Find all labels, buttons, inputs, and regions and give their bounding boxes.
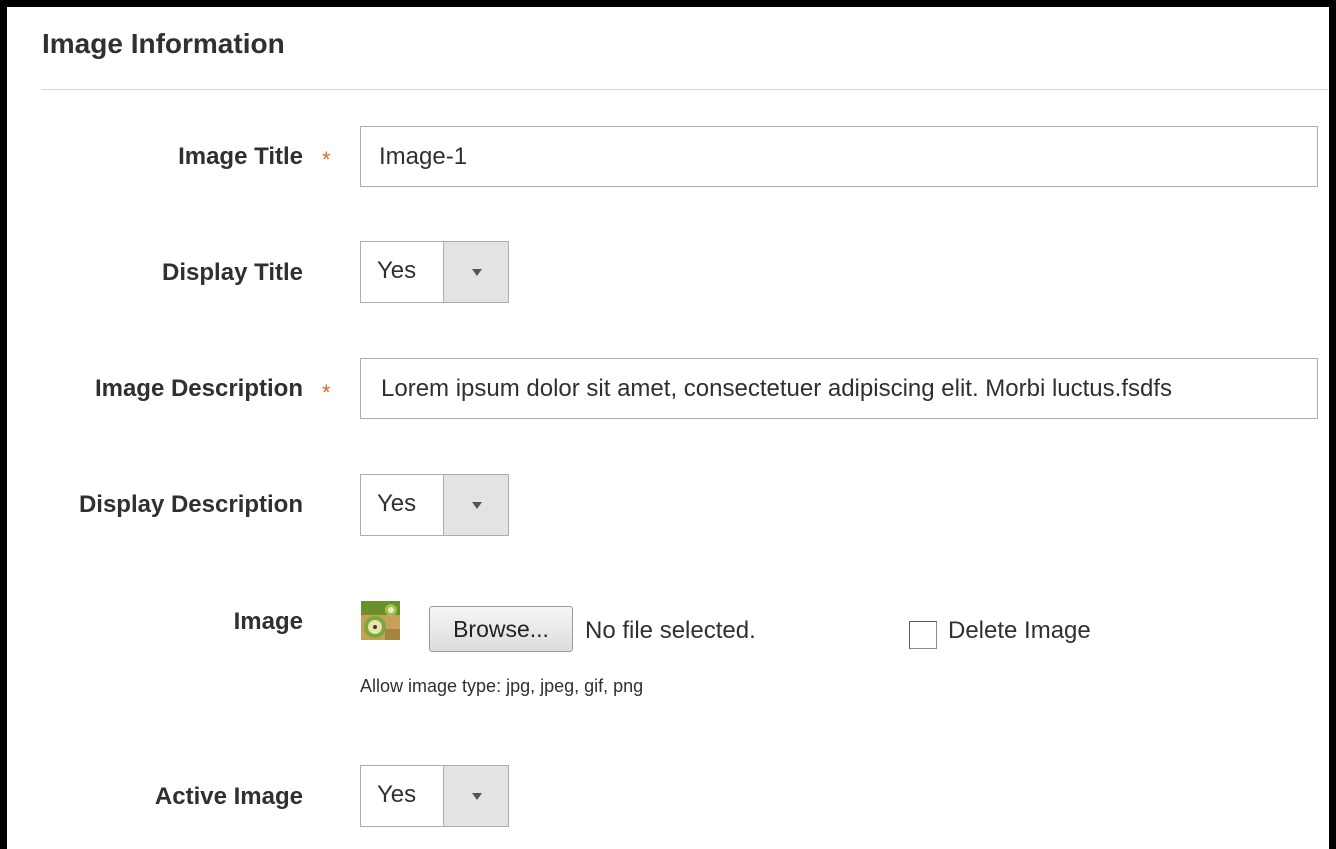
active-image-select[interactable]: Yes <box>360 765 509 827</box>
display-description-label: Display Description <box>78 491 303 518</box>
image-title-label: Image Title <box>178 143 303 170</box>
display-title-select[interactable]: Yes <box>360 241 509 303</box>
display-title-value: Yes <box>377 257 417 284</box>
active-image-value: Yes <box>377 781 417 808</box>
active-image-label: Active Image <box>154 783 303 810</box>
required-mark: * <box>322 380 331 405</box>
delete-image-label[interactable]: Delete Image <box>948 617 1091 645</box>
image-type-hint: Allow image type: jpg, jpeg, gif, png <box>360 676 644 696</box>
delete-image-checkbox[interactable] <box>909 621 937 649</box>
dropdown-arrow[interactable] <box>443 766 508 826</box>
chevron-down-icon <box>472 269 482 276</box>
chevron-down-icon <box>472 793 482 800</box>
dropdown-arrow[interactable] <box>443 475 508 535</box>
display-description-select[interactable]: Yes <box>360 474 509 536</box>
image-description-input[interactable]: Lorem ipsum dolor sit amet, consectetuer… <box>360 358 1318 419</box>
display-description-value: Yes <box>377 490 417 517</box>
image-label: Image <box>233 608 303 635</box>
dropdown-arrow[interactable] <box>443 242 508 302</box>
image-description-label: Image Description <box>94 375 303 402</box>
section-title: Image Information <box>42 28 285 59</box>
file-status: No file selected. <box>585 617 756 644</box>
browse-button[interactable]: Browse... <box>429 606 573 652</box>
required-mark: * <box>322 147 331 172</box>
kiwi-thumbnail-icon <box>361 601 400 640</box>
image-title-input[interactable]: Image-1 <box>360 126 1318 187</box>
section-divider <box>42 89 1328 90</box>
display-title-label: Display Title <box>162 259 303 286</box>
chevron-down-icon <box>472 502 482 509</box>
